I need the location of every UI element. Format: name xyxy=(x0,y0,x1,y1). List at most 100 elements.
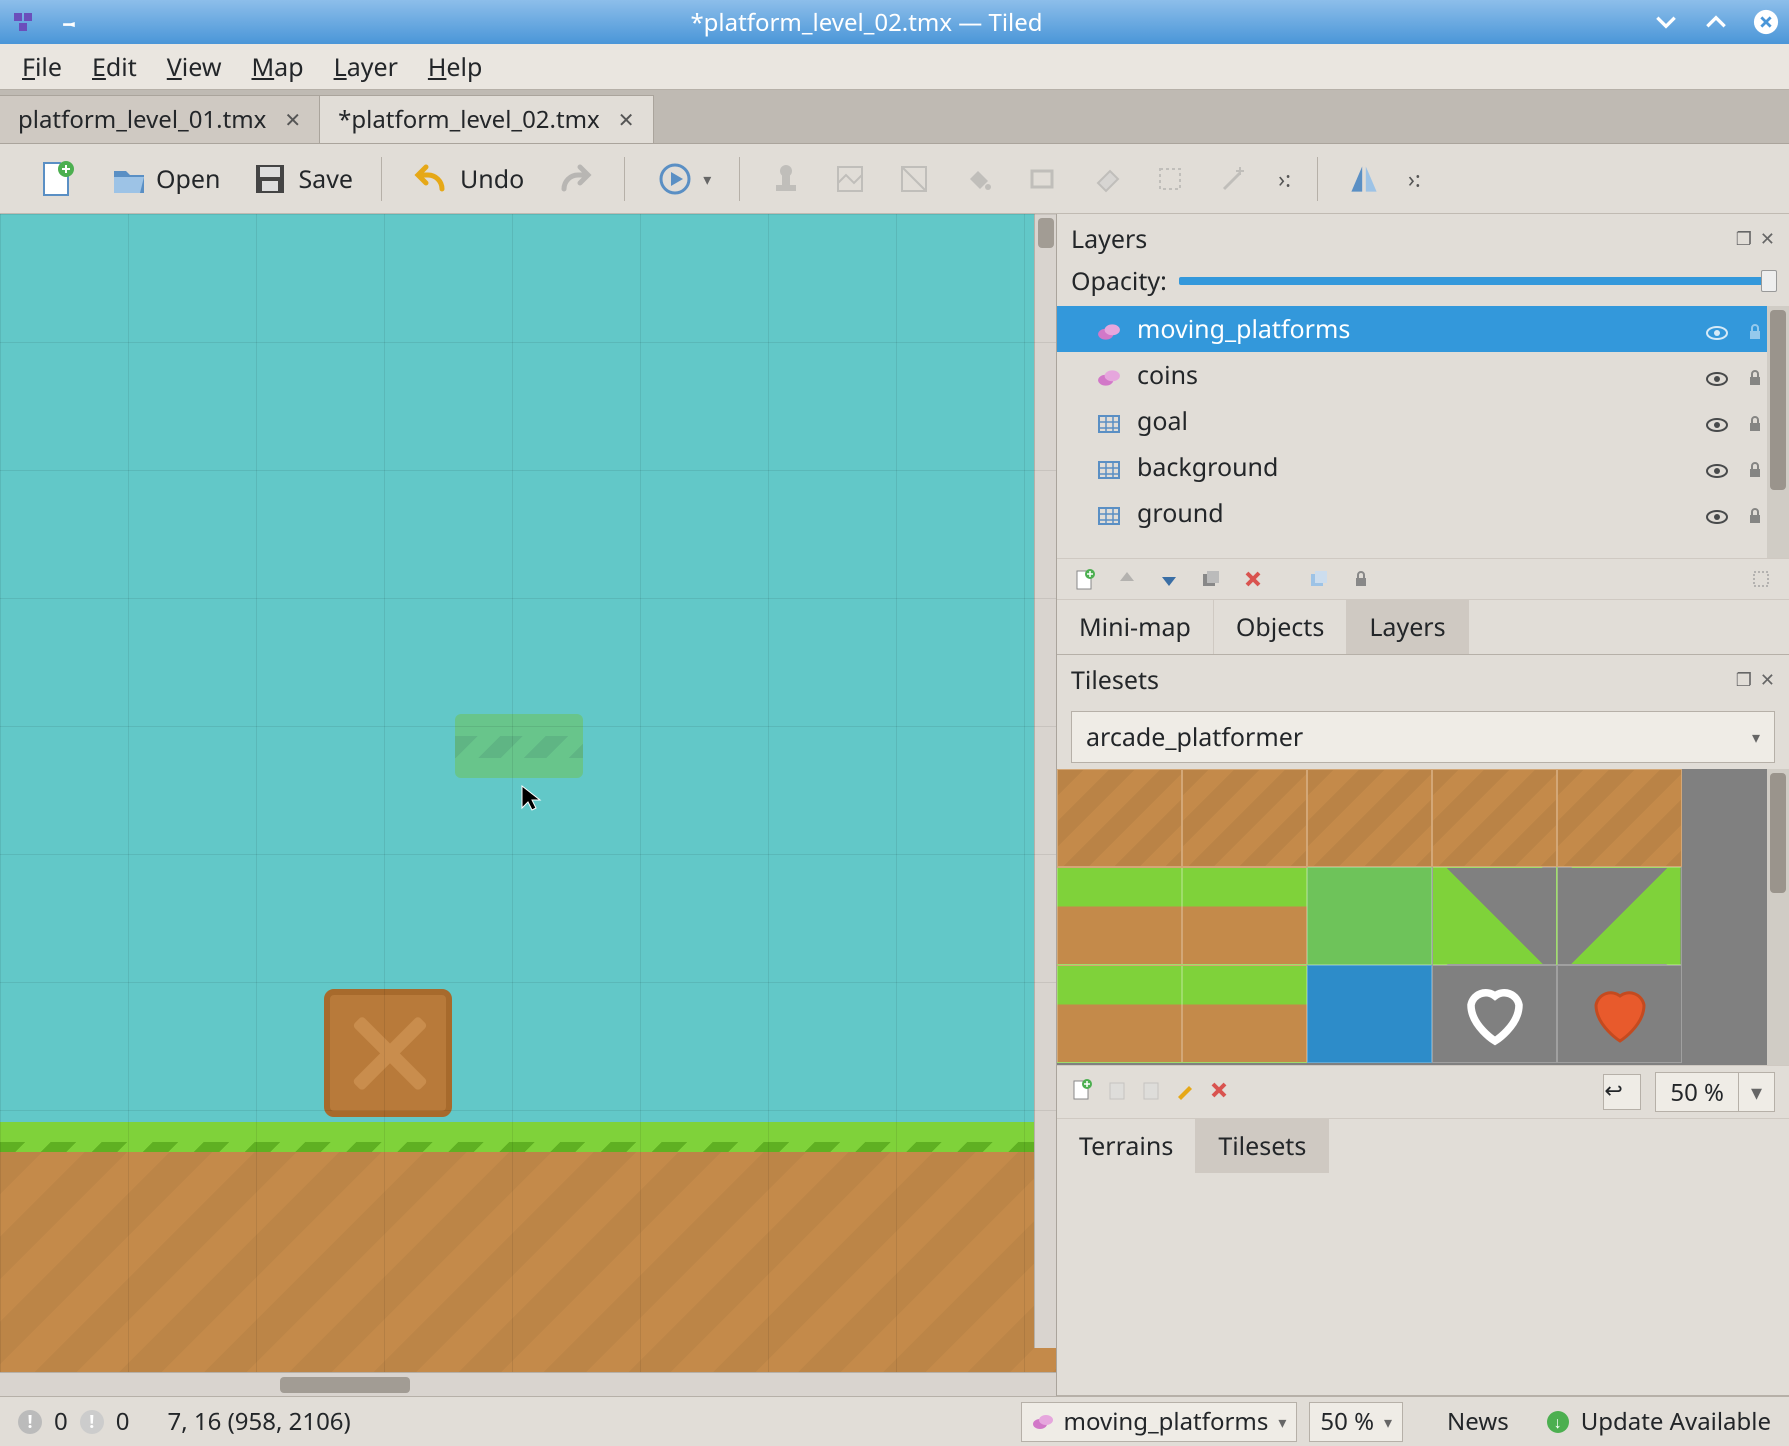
bucket-tool[interactable] xyxy=(954,157,1002,201)
tile[interactable] xyxy=(1182,867,1307,965)
new-tileset-icon[interactable] xyxy=(1071,1077,1093,1107)
layer-row[interactable]: coins xyxy=(1057,352,1789,398)
canvas-scrollbar-vertical[interactable] xyxy=(1034,214,1056,1348)
maximize-icon[interactable] xyxy=(1703,9,1729,35)
toolbar-overflow-icon[interactable]: ›: xyxy=(1404,164,1425,194)
layers-scrollbar[interactable] xyxy=(1767,306,1789,558)
tab-minimap[interactable]: Mini-map xyxy=(1057,600,1214,654)
wand-tool[interactable] xyxy=(1210,157,1258,201)
tab-tilesets[interactable]: Tilesets xyxy=(1196,1119,1329,1173)
tileset-dropdown[interactable]: arcade_platformer ▾ xyxy=(1071,711,1775,763)
tile[interactable] xyxy=(1557,867,1682,965)
embed-tileset-icon[interactable] xyxy=(1107,1077,1127,1107)
menu-file[interactable]: File xyxy=(22,50,62,84)
tile-heart-filled[interactable] xyxy=(1557,965,1682,1063)
menu-view[interactable]: View xyxy=(167,50,222,84)
tileset-scrollbar[interactable] xyxy=(1767,769,1789,1065)
canvas-scrollbar-horizontal[interactable] xyxy=(0,1372,1056,1396)
duplicate-layer-icon[interactable] xyxy=(1197,565,1225,593)
delete-tileset-icon[interactable] xyxy=(1209,1077,1229,1107)
layer-row[interactable]: ground xyxy=(1057,490,1789,536)
document-tab-active[interactable]: *platform_level_02.tmx ✕ xyxy=(319,95,653,143)
tile[interactable] xyxy=(1432,769,1557,867)
layer-up-icon[interactable] xyxy=(1113,565,1141,593)
zoom-dropdown[interactable]: 50 % ▾ xyxy=(1309,1402,1403,1442)
layer-panel-tabs: Mini-map Objects Layers xyxy=(1057,599,1789,654)
chevron-down-icon: ▾ xyxy=(1278,1411,1286,1433)
new-file-button[interactable] xyxy=(28,153,84,205)
toolbar-overflow-icon[interactable]: ›: xyxy=(1274,164,1295,194)
tile[interactable] xyxy=(1307,965,1432,1063)
minimize-icon[interactable] xyxy=(1653,9,1679,35)
tab-objects[interactable]: Objects xyxy=(1214,600,1347,654)
command-button[interactable]: ▾ xyxy=(647,153,717,205)
layer-down-icon[interactable] xyxy=(1155,565,1183,593)
edit-tileset-icon[interactable] xyxy=(1175,1077,1195,1107)
visibility-icon[interactable] xyxy=(1705,454,1731,480)
panel-float-icon[interactable]: ❐ xyxy=(1736,668,1752,692)
delete-layer-icon[interactable] xyxy=(1239,565,1267,593)
menu-map[interactable]: Map xyxy=(251,50,303,84)
tile[interactable] xyxy=(1307,769,1432,867)
flip-tool[interactable] xyxy=(1340,157,1388,201)
tile[interactable] xyxy=(1057,965,1182,1063)
error-icon[interactable]: ! xyxy=(18,1410,42,1434)
layer-name: ground xyxy=(1137,496,1224,530)
tile[interactable] xyxy=(1057,769,1182,867)
close-icon[interactable] xyxy=(1753,9,1779,35)
visibility-icon[interactable] xyxy=(1705,316,1731,342)
open-button[interactable]: Open xyxy=(100,153,226,205)
menu-help[interactable]: Help xyxy=(428,50,482,84)
tile[interactable] xyxy=(1057,867,1182,965)
tile[interactable] xyxy=(1182,965,1307,1063)
layer-grid-icon[interactable] xyxy=(1747,565,1775,593)
layer-row[interactable]: moving_platforms xyxy=(1057,306,1789,352)
menu-edit[interactable]: Edit xyxy=(92,50,137,84)
map-canvas[interactable] xyxy=(0,214,1056,1372)
opacity-slider[interactable] xyxy=(1179,277,1775,285)
tile[interactable] xyxy=(1182,769,1307,867)
crate-object[interactable] xyxy=(324,989,452,1117)
export-tileset-icon[interactable] xyxy=(1141,1077,1161,1107)
tile[interactable] xyxy=(1432,867,1557,965)
terrain-tool[interactable] xyxy=(826,157,874,201)
tab-terrains[interactable]: Terrains xyxy=(1057,1119,1196,1173)
tab-close-icon[interactable]: ✕ xyxy=(618,106,635,133)
tab-close-icon[interactable]: ✕ xyxy=(284,106,301,133)
show-layer-icon[interactable] xyxy=(1305,565,1333,593)
panel-close-icon[interactable]: ✕ xyxy=(1760,668,1775,692)
select-tool[interactable] xyxy=(1146,157,1194,201)
chevron-down-icon[interactable]: ▾ xyxy=(1738,1073,1774,1111)
tile[interactable] xyxy=(1307,867,1432,965)
tileset-view[interactable] xyxy=(1057,769,1789,1065)
fill-tool[interactable] xyxy=(890,157,938,201)
layer-row[interactable]: background xyxy=(1057,444,1789,490)
tile-heart-outline[interactable] xyxy=(1432,965,1557,1063)
document-tab[interactable]: platform_level_01.tmx ✕ xyxy=(0,95,320,143)
visibility-icon[interactable] xyxy=(1705,362,1731,388)
canvas-wrap xyxy=(0,214,1057,1396)
tile[interactable] xyxy=(1557,769,1682,867)
panel-float-icon[interactable]: ❐ xyxy=(1736,227,1752,251)
current-layer-dropdown[interactable]: moving_platforms ▾ xyxy=(1021,1402,1298,1442)
lock-layer-icon[interactable] xyxy=(1347,565,1375,593)
save-button[interactable]: Save xyxy=(242,153,359,205)
tileset-zoom[interactable]: 50 % ▾ xyxy=(1655,1072,1775,1112)
menu-layer[interactable]: Layer xyxy=(334,50,398,84)
eraser-tool[interactable] xyxy=(1082,157,1130,201)
tileset-sync-icon[interactable]: ↩ xyxy=(1603,1074,1641,1110)
visibility-icon[interactable] xyxy=(1705,500,1731,526)
news-link[interactable]: News xyxy=(1447,1405,1509,1438)
rect-tool[interactable] xyxy=(1018,157,1066,201)
undo-button[interactable]: Undo xyxy=(404,153,530,205)
layer-name: background xyxy=(1137,450,1278,484)
pin-icon[interactable] xyxy=(54,9,80,35)
layer-row[interactable]: goal xyxy=(1057,398,1789,444)
warning-icon[interactable]: ! xyxy=(80,1410,104,1434)
stamp-tool[interactable] xyxy=(762,157,810,201)
panel-close-icon[interactable]: ✕ xyxy=(1760,227,1775,251)
visibility-icon[interactable] xyxy=(1705,408,1731,434)
new-layer-icon[interactable] xyxy=(1071,565,1099,593)
tab-layers[interactable]: Layers xyxy=(1347,600,1468,654)
update-link[interactable]: Update Available xyxy=(1581,1405,1771,1438)
